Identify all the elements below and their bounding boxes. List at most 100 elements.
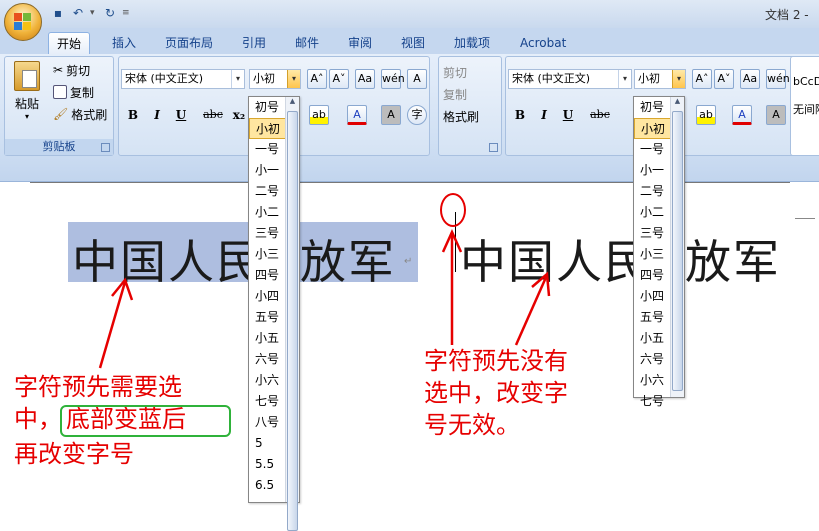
margin-mark	[795, 218, 815, 219]
annotation-right-line1: 字符预先没有	[424, 347, 568, 375]
cut-button[interactable]: ✂ 剪切	[53, 61, 90, 79]
copy-label-right: 复制	[443, 87, 468, 102]
copy-button[interactable]: 复制	[53, 83, 94, 101]
paste-label: 粘贴	[14, 97, 39, 111]
phonetic-guide-icon[interactable]: wén	[766, 69, 790, 89]
clear-format-icon[interactable]: Aa	[740, 69, 760, 89]
tab-references[interactable]: 引用	[234, 32, 274, 54]
copy-button-right[interactable]: 复制	[443, 85, 467, 103]
font-size-value-right: 小初	[638, 72, 660, 85]
style-caption: 无间隔	[793, 103, 819, 116]
cut-label-right: 剪切	[443, 65, 468, 80]
copy-label: 复制	[70, 85, 95, 100]
brush-icon: 🖌	[53, 107, 69, 121]
tab-home[interactable]: 开始	[48, 32, 91, 54]
styles-gallery[interactable]: bCcD 无间隔	[790, 56, 819, 156]
copy-icon	[53, 85, 67, 99]
char-shading-icon[interactable]: A	[381, 105, 401, 125]
char-border-icon[interactable]: A	[407, 69, 427, 89]
dropdown-scrollbar-right[interactable]: ▲	[670, 97, 684, 397]
char-shading-icon[interactable]: A	[766, 105, 786, 125]
tab-review[interactable]: 审阅	[340, 32, 380, 54]
scroll-up-icon[interactable]: ▲	[286, 97, 299, 109]
chevron-down-icon[interactable]: ▾	[672, 70, 685, 88]
paste-icon	[14, 61, 40, 91]
clipboard-group: 粘贴 ▾ ✂ 剪切 复制 🖌 格式刷 剪贴板	[4, 56, 114, 156]
chevron-down-icon[interactable]: ▾	[287, 70, 300, 88]
format-painter-label-right: 格式刷	[443, 109, 480, 124]
scissors-icon: ✂	[53, 63, 64, 77]
qat-customize-icon[interactable]: ≡	[122, 8, 130, 18]
font-name-combo[interactable]: 宋体 (中文正文) ▾	[121, 69, 245, 89]
font-size-value: 小初	[253, 72, 275, 85]
underline-icon[interactable]: U	[558, 105, 578, 125]
annotation-left-line3: 再改变字号	[14, 440, 134, 468]
font-name-value-right: 宋体 (中文正文)	[512, 72, 591, 85]
window-title: 文档 2 -	[765, 8, 809, 22]
undo-icon[interactable]: ↶	[70, 5, 86, 21]
document-text-right-tail[interactable]: 放军	[685, 226, 781, 292]
cut-label: 剪切	[66, 63, 91, 78]
highlight-icon[interactable]: ab	[309, 105, 329, 125]
italic-icon[interactable]: I	[534, 105, 554, 125]
tab-insert[interactable]: 插入	[104, 32, 144, 54]
cursor-highlight-circle	[440, 193, 466, 227]
ribbon: 粘贴 ▾ ✂ 剪切 复制 🖌 格式刷 剪贴板 宋体 (中文正文) ▾ 小初 ▾ …	[0, 54, 819, 182]
office-button[interactable]	[4, 3, 42, 41]
shrink-font-icon[interactable]: A˅	[714, 69, 734, 89]
format-painter-button-right[interactable]: 格式刷	[443, 107, 479, 125]
clipboard-group-label: 剪贴板	[5, 139, 113, 155]
format-painter-label: 格式刷	[71, 107, 108, 122]
save-icon[interactable]: ▪	[50, 5, 66, 21]
underline-icon[interactable]: U	[171, 105, 191, 125]
clipboard-group-right: 剪切 复制 格式刷	[438, 56, 502, 156]
ribbon-tabs: 开始 插入 页面布局 引用 邮件 审阅 视图 加载项 Acrobat	[0, 28, 819, 54]
format-painter-button[interactable]: 🖌 格式刷	[53, 105, 107, 123]
paste-button[interactable]: 粘贴 ▾	[9, 61, 45, 121]
cut-button-right[interactable]: 剪切	[443, 63, 467, 81]
tab-mailings[interactable]: 邮件	[287, 32, 327, 54]
tab-acrobat[interactable]: Acrobat	[512, 32, 574, 54]
quick-access-toolbar: ▪ ↶ ▾ ↻ ≡	[50, 4, 130, 22]
tab-addins[interactable]: 加载项	[446, 32, 498, 54]
redo-icon[interactable]: ↻	[102, 5, 118, 21]
font-size-dropdown-right: 初号 小初 一号 小一 二号 小二 三号 小三 四号 小四 五号 小五 六号 小六 七号 ▲	[633, 96, 685, 408]
strikethrough-icon[interactable]: abc	[590, 105, 610, 125]
tab-page-layout[interactable]: 页面布局	[157, 32, 221, 54]
highlight-icon[interactable]: ab	[696, 105, 716, 125]
document-text-left-tail[interactable]: 放军	[300, 226, 396, 292]
clear-format-icon[interactable]: Aa	[355, 69, 375, 89]
bold-icon[interactable]: B	[510, 105, 530, 125]
paste-dropdown-icon[interactable]: ▾	[9, 112, 45, 121]
bold-icon[interactable]: B	[123, 105, 143, 125]
font-name-value: 宋体 (中文正文)	[125, 72, 204, 85]
font-size-combo-right[interactable]: 小初 ▾	[634, 69, 686, 89]
tab-view[interactable]: 视图	[393, 32, 433, 54]
dropdown-scrollbar[interactable]: ▲	[285, 97, 299, 531]
grow-font-icon[interactable]: A˄	[307, 69, 327, 89]
shrink-font-icon[interactable]: A˅	[329, 69, 349, 89]
font-name-combo-right[interactable]: 宋体 (中文正文) ▾	[508, 69, 632, 89]
chevron-down-icon[interactable]: ▾	[231, 70, 244, 88]
clipboard-launcher-icon[interactable]	[101, 143, 110, 152]
scroll-thumb-right[interactable]	[672, 111, 683, 391]
clipboard-launcher-right-icon[interactable]	[489, 143, 498, 152]
italic-icon[interactable]: I	[147, 105, 167, 125]
font-size-combo[interactable]: 小初 ▾	[249, 69, 301, 89]
font-color-icon[interactable]: A	[347, 105, 367, 125]
enclose-char-icon[interactable]: 字	[407, 105, 427, 125]
scroll-thumb[interactable]	[287, 111, 298, 531]
chevron-down-icon[interactable]: ▾	[618, 70, 631, 88]
phonetic-guide-icon[interactable]: wén	[381, 69, 405, 89]
subscript-icon[interactable]: x₂	[229, 105, 249, 125]
undo-dropdown-icon[interactable]: ▾	[90, 8, 98, 18]
grow-font-icon[interactable]: A˄	[692, 69, 712, 89]
annotation-green-box	[60, 405, 231, 437]
strikethrough-icon[interactable]: abc	[203, 105, 223, 125]
document-text-left[interactable]: 中国人民	[72, 226, 264, 292]
scroll-up-icon[interactable]: ▲	[671, 97, 684, 109]
paragraph-mark-icon: ↵	[404, 256, 413, 267]
office-logo-icon	[14, 13, 32, 31]
document-text-right[interactable]: 中国人民	[460, 226, 652, 292]
font-color-icon[interactable]: A	[732, 105, 752, 125]
